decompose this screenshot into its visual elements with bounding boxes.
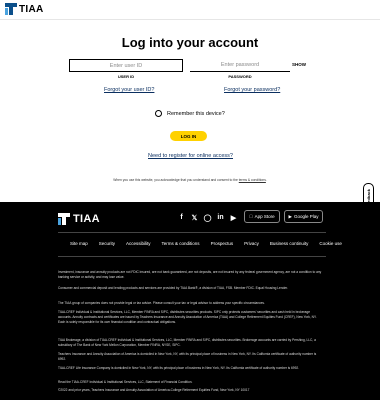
statement-link[interactable]: Read the TIAA-CREF Individual & Institut… [58, 380, 323, 385]
disclosure-paragraph: TIAA-CREF Life Insurance Company is domi… [58, 366, 299, 370]
google-play-label: Google Play [293, 214, 319, 219]
social-links: f 𝕏 ◯ in ▶ [177, 213, 238, 222]
forgot-password-link[interactable]: Forgot your password? [224, 87, 280, 93]
remember-device-radio[interactable] [155, 110, 162, 117]
forgot-user-id-link[interactable]: Forgot your user ID? [104, 87, 154, 93]
footer-link-cookie-use[interactable]: Cookie use [319, 241, 342, 246]
user-id-placeholder: Enter user ID [109, 62, 143, 69]
instagram-icon[interactable]: ◯ [203, 213, 212, 222]
terms-notice: When you use this website, you acknowled… [0, 178, 380, 182]
footer-divider [58, 232, 326, 233]
tiaa-logo[interactable]: TIAA [5, 3, 44, 15]
remember-device-label: Remember this device? [167, 110, 225, 117]
copyright: ©2022 and prior years, Teachers Insuranc… [58, 388, 250, 392]
footer-link-security[interactable]: Security [99, 241, 115, 246]
footer-link-site-map[interactable]: Site map [70, 241, 88, 246]
google-play-badge[interactable]: ▶ Google Play [284, 210, 323, 223]
login-button[interactable]: LOG IN [170, 131, 207, 141]
footer-link-terms[interactable]: Terms & conditions [162, 241, 200, 246]
password-input[interactable]: Enter password [190, 59, 290, 72]
footer-link-accessibility[interactable]: Accessibility [126, 241, 151, 246]
footer-link-privacy[interactable]: Privacy [244, 241, 259, 246]
site-footer: TIAA f 𝕏 ◯ in ▶  App Store ▶ Google Pla… [0, 202, 380, 400]
terms-conditions-link[interactable]: terms & conditions [239, 178, 266, 182]
footer-logo-text: TIAA [73, 213, 100, 225]
disclosure-paragraph: The TIAA group of companies does not pro… [58, 301, 265, 305]
disclosure-paragraph: Consumer and commercial deposit and lend… [58, 286, 288, 290]
remember-device[interactable]: Remember this device? [155, 110, 225, 117]
tiaa-logo-icon [5, 3, 17, 15]
footer-nav: Site map Security Accessibility Terms & … [70, 241, 342, 246]
app-store-badge[interactable]:  App Store [244, 210, 280, 223]
disclosure-paragraph: TIAA Brokerage, a division of TIAA-CREF … [58, 338, 316, 347]
footer-link-prospectus[interactable]: Prospectus [211, 241, 234, 246]
disclosure-paragraph: Investment, insurance and annuity produc… [58, 270, 322, 279]
terms-notice-suffix: . [265, 178, 267, 182]
register-link[interactable]: Need to register for online access? [148, 153, 233, 159]
footer-divider [58, 256, 326, 257]
terms-notice-text: When you use this website, you acknowled… [113, 178, 239, 182]
facebook-icon[interactable]: f [177, 213, 186, 222]
page-title: Log into your account [121, 35, 259, 50]
password-label: PASSWORD [228, 74, 252, 79]
linkedin-icon[interactable]: in [216, 213, 225, 222]
show-password-button[interactable]: SHOW [292, 62, 306, 67]
tiaa-logo-icon [58, 213, 70, 225]
user-id-label: USER ID [117, 74, 135, 79]
youtube-icon[interactable]: ▶ [229, 213, 238, 222]
app-store-label: App Store [252, 214, 275, 219]
footer-logo[interactable]: TIAA [58, 213, 100, 225]
apple-icon:  [249, 214, 252, 219]
site-header: TIAA [0, 0, 380, 20]
password-placeholder: Enter password [220, 62, 260, 68]
disclosure-paragraph: TIAA-CREF Individual & Institutional Ser… [58, 310, 317, 324]
footer-link-business-continuity[interactable]: Business continuity [270, 241, 309, 246]
user-id-input[interactable]: Enter user ID [69, 59, 183, 72]
twitter-icon[interactable]: 𝕏 [190, 213, 199, 222]
logo-text: TIAA [19, 3, 44, 15]
disclosure-paragraph: Teachers Insurance and Annuity Associati… [58, 352, 317, 361]
google-play-icon: ▶ [288, 213, 292, 219]
